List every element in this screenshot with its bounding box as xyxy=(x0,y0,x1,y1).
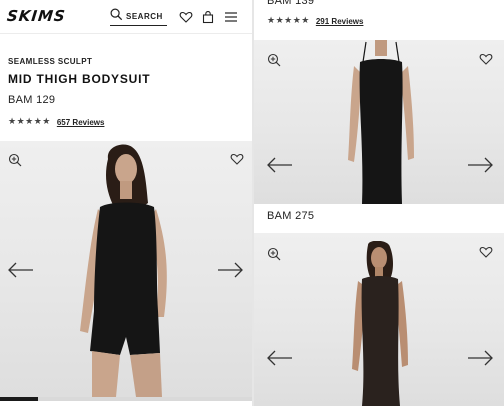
star-rating: ★★★★★ xyxy=(8,117,51,127)
add-to-wishlist-icon[interactable] xyxy=(230,152,244,166)
variant-reviews-link[interactable]: 291 Reviews xyxy=(316,17,364,26)
product-image-main[interactable] xyxy=(0,141,252,397)
variant-wishlist-icon[interactable] xyxy=(479,52,493,66)
product-detail-pane: SKIMS SEARCH SEAMLESS SCULPT MID THIGH B… xyxy=(0,0,252,406)
model-photo xyxy=(80,144,167,397)
gallery-progress-bar xyxy=(0,397,252,401)
menu-hamburger-icon[interactable] xyxy=(224,10,238,24)
model-photo-dress-brown xyxy=(352,241,408,406)
product-title: MID THIGH BODYSUIT xyxy=(8,72,151,86)
variant-image-dress-brown[interactable] xyxy=(254,233,504,406)
variant-color-label: BAM 139 xyxy=(267,0,315,7)
zoom-icon[interactable] xyxy=(8,153,22,167)
gallery-progress-fill xyxy=(0,397,38,401)
reviews-link[interactable]: 657 Reviews xyxy=(57,118,105,127)
wishlist-heart-icon[interactable] xyxy=(179,10,193,24)
variant-previous-arrow-icon[interactable] xyxy=(266,157,294,173)
collection-name: SEAMLESS SCULPT xyxy=(8,57,93,66)
search-bar[interactable]: SEARCH xyxy=(110,8,167,26)
variant-zoom-icon[interactable] xyxy=(267,53,281,67)
second-variant-zoom-icon[interactable] xyxy=(267,247,281,261)
site-header: SKIMS SEARCH xyxy=(0,0,252,34)
variant-next-arrow-icon[interactable] xyxy=(466,157,494,173)
next-image-arrow-icon[interactable] xyxy=(216,262,244,278)
color-variants-pane: BAM 139 ★★★★★ 291 Reviews BAM 275 xyxy=(254,0,504,406)
shopping-bag-icon[interactable] xyxy=(201,10,215,24)
second-variant-previous-arrow-icon[interactable] xyxy=(266,350,294,366)
second-variant-next-arrow-icon[interactable] xyxy=(466,350,494,366)
second-variant-color-label: BAM 275 xyxy=(267,210,315,222)
model-photo-dress xyxy=(348,40,414,204)
variant-rating-summary: ★★★★★ 291 Reviews xyxy=(267,16,363,26)
product-color: BAM 129 xyxy=(8,94,56,106)
brand-logo[interactable]: SKIMS xyxy=(6,7,67,25)
variant-star-rating: ★★★★★ xyxy=(267,16,310,26)
second-variant-wishlist-icon[interactable] xyxy=(479,245,493,259)
search-icon xyxy=(110,8,123,26)
variant-image-dress-black[interactable] xyxy=(254,40,504,204)
rating-summary: ★★★★★ 657 Reviews xyxy=(8,117,104,127)
search-label: SEARCH xyxy=(126,12,163,21)
previous-image-arrow-icon[interactable] xyxy=(7,262,35,278)
